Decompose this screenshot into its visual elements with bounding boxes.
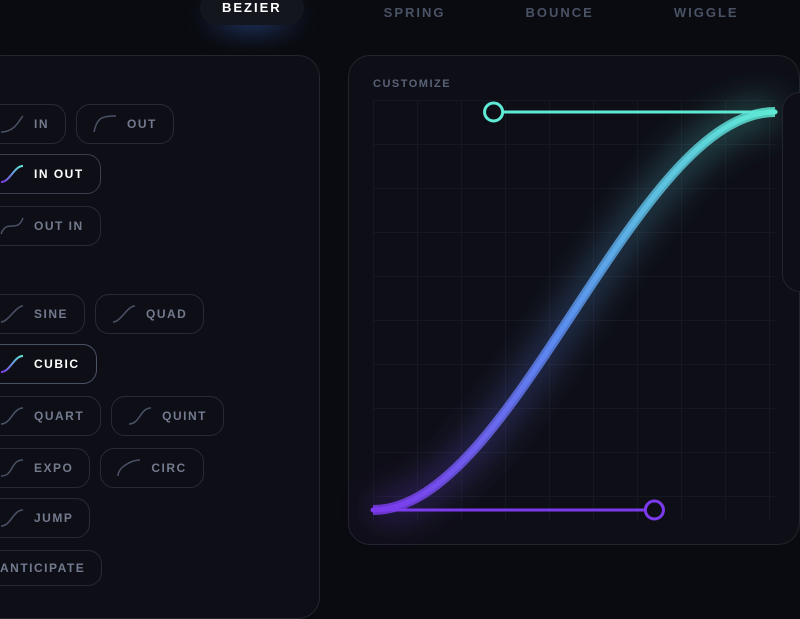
- type-anticipate-label: ANTICIPATE: [0, 561, 85, 575]
- type-sine[interactable]: SINE: [0, 294, 85, 334]
- type-quint[interactable]: QUINT: [111, 396, 224, 436]
- type-anticipate[interactable]: ANTICIPATE: [0, 550, 102, 586]
- curve-in-out-icon: [0, 165, 24, 183]
- curve-quart-icon: [0, 407, 24, 425]
- type-quart-label: QUART: [34, 409, 84, 423]
- curve-cubic-icon: [0, 355, 24, 373]
- easing-curve[interactable]: [373, 112, 775, 510]
- tab-wiggle[interactable]: WIGGLE: [674, 5, 739, 20]
- type-row-2: QUART QUINT: [0, 396, 297, 436]
- curve-jump-icon: [0, 509, 24, 527]
- type-sine-label: SINE: [34, 307, 68, 321]
- direction-out-in[interactable]: OUT IN: [0, 206, 101, 246]
- customize-panel: CUSTOMIZE: [348, 55, 800, 545]
- curve-out-icon: [93, 115, 117, 133]
- side-sliver-card: [782, 92, 800, 292]
- customize-label: CUSTOMIZE: [373, 78, 775, 90]
- presets-panel: TS IN OUT: [0, 55, 320, 619]
- curve-area[interactable]: [373, 100, 775, 520]
- type-quart[interactable]: QUART: [0, 396, 101, 436]
- type-expo[interactable]: EXPO: [0, 448, 90, 488]
- type-circ[interactable]: CIRC: [100, 448, 203, 488]
- curve-out-in-icon: [0, 217, 24, 235]
- type-row-4: ANTICIPATE: [0, 550, 297, 586]
- curve-quint-icon: [128, 407, 152, 425]
- curve-svg: [373, 100, 775, 520]
- type-row-1: SINE QUAD CUBIC: [0, 294, 297, 384]
- handle-p2[interactable]: [485, 103, 503, 121]
- tab-spring[interactable]: SPRING: [384, 5, 446, 20]
- type-circ-label: CIRC: [151, 461, 186, 475]
- customize-panel-wrap: CUSTOMIZE: [348, 55, 800, 619]
- direction-in-out-label: IN OUT: [34, 167, 84, 181]
- direction-in-label: IN: [34, 117, 49, 131]
- type-quad-label: QUAD: [146, 307, 187, 321]
- handle-p1[interactable]: [645, 501, 663, 519]
- direction-out[interactable]: OUT: [76, 104, 174, 144]
- presets-label: TS: [0, 76, 297, 88]
- direction-in[interactable]: IN: [0, 104, 66, 144]
- curve-sine-icon: [0, 305, 24, 323]
- top-tab-bar: BEZIER SPRING BOUNCE WIGGLE O: [200, 0, 800, 55]
- type-jump-label: JUMP: [34, 511, 73, 525]
- curve-circ-icon: [117, 459, 141, 477]
- direction-row: IN OUT IN OUT: [0, 104, 297, 194]
- curve-in-icon: [0, 115, 24, 133]
- type-quad[interactable]: QUAD: [95, 294, 204, 334]
- type-quint-label: QUINT: [162, 409, 207, 423]
- curve-expo-icon: [0, 459, 24, 477]
- type-expo-label: EXPO: [34, 461, 73, 475]
- direction-out-label: OUT: [127, 117, 157, 131]
- curve-quad-icon: [112, 305, 136, 323]
- direction-in-out[interactable]: IN OUT: [0, 154, 101, 194]
- type-jump[interactable]: JUMP: [0, 498, 90, 538]
- direction-row-2: OUT IN: [0, 206, 297, 246]
- tab-bounce[interactable]: BOUNCE: [526, 5, 594, 20]
- direction-out-in-label: OUT IN: [34, 219, 84, 233]
- type-cubic-label: CUBIC: [34, 357, 80, 371]
- type-row-3: EXPO CIRC JUMP: [0, 448, 297, 538]
- tab-bezier[interactable]: BEZIER: [200, 0, 304, 25]
- type-cubic[interactable]: CUBIC: [0, 344, 97, 384]
